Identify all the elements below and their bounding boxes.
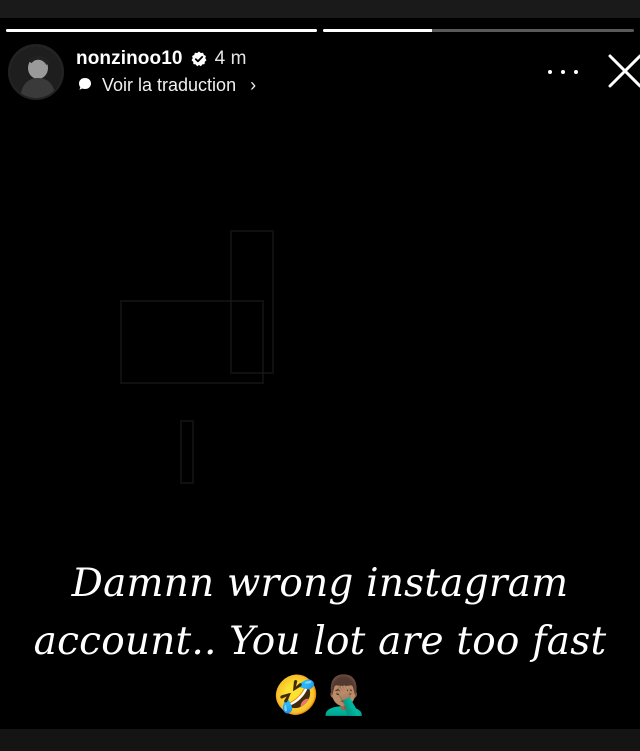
chevron-right-icon: › — [250, 75, 257, 95]
avatar[interactable] — [8, 44, 64, 100]
see-translation-link[interactable]: Voir la traduction › — [78, 75, 256, 96]
caption-emojis: 🤣🤦🏽‍♂️ — [272, 673, 368, 717]
caption-line-1: Damnn wrong instagram — [71, 561, 569, 606]
dot-3 — [574, 70, 578, 74]
bottom-bezel — [0, 729, 640, 751]
close-icon — [608, 54, 640, 88]
progress-fill-2 — [323, 29, 432, 32]
story-caption: Damnn wrong instagram account.. You lot … — [0, 555, 640, 671]
speech-bubble-icon — [78, 75, 92, 96]
dot-2 — [561, 70, 565, 74]
story-viewer: nonzinoo10 4 m Voir la traduction › Damn… — [0, 0, 640, 751]
caption-line-2: account.. You lot are too fast — [33, 619, 607, 664]
background-shape — [180, 420, 194, 484]
username[interactable]: nonzinoo10 — [76, 48, 183, 70]
dot-1 — [548, 70, 552, 74]
post-time: 4 m — [214, 48, 247, 69]
top-bezel — [0, 0, 640, 18]
progress-segment-2 — [323, 29, 634, 32]
avatar-silhouette-icon — [10, 46, 62, 98]
close-button[interactable] — [606, 52, 640, 90]
see-translation-label: Voir la traduction — [102, 75, 237, 95]
story-progress-bar — [6, 29, 634, 32]
user-row: nonzinoo10 4 m — [76, 48, 247, 70]
progress-fill-1 — [6, 29, 317, 32]
more-options-button[interactable] — [548, 62, 578, 82]
story-header: nonzinoo10 4 m Voir la traduction › — [8, 44, 640, 104]
background-shape — [230, 230, 274, 374]
progress-segment-1 — [6, 29, 317, 32]
verified-badge-icon — [191, 51, 207, 67]
